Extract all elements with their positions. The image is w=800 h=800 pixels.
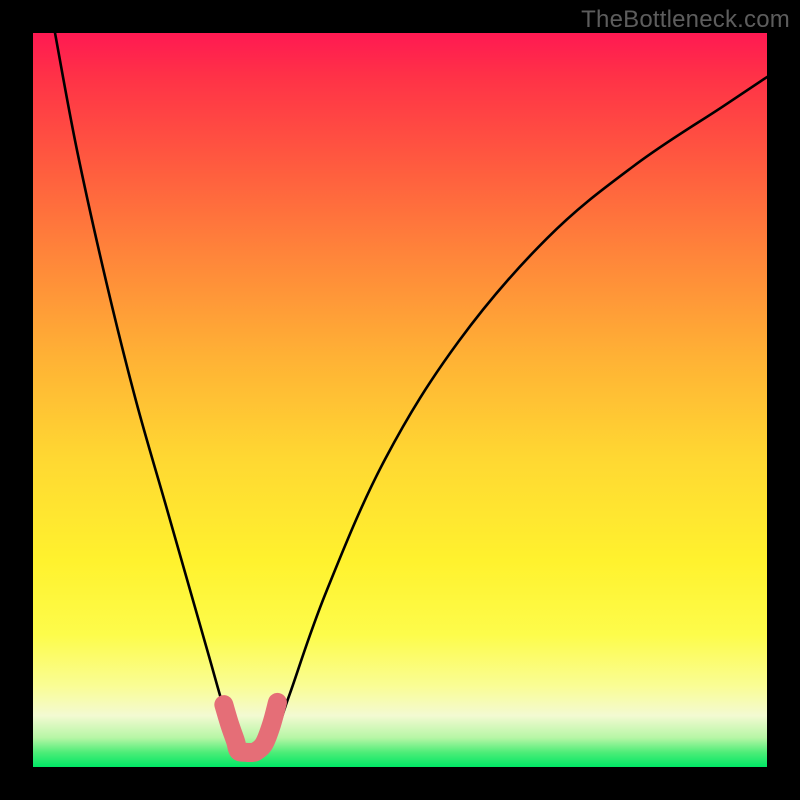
chart-svg bbox=[33, 33, 767, 767]
main-curve bbox=[55, 33, 767, 753]
valley-band bbox=[224, 702, 278, 752]
watermark-text: TheBottleneck.com bbox=[581, 6, 790, 34]
chart-frame: TheBottleneck.com bbox=[0, 0, 800, 800]
